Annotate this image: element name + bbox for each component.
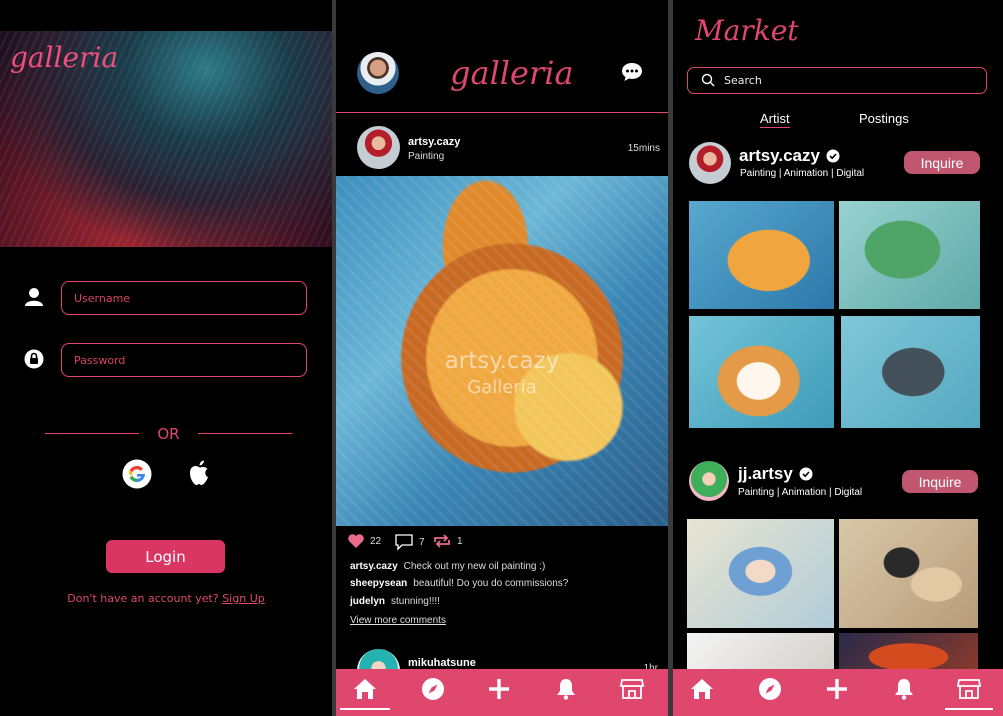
comment-action[interactable]: 7 bbox=[394, 533, 425, 551]
artist-name: jj.artsy bbox=[738, 464, 793, 483]
signup-row: Don't have an account yet? Sign Up bbox=[0, 592, 332, 605]
view-more-comments-link[interactable]: View more comments bbox=[350, 615, 446, 626]
chat-icon[interactable] bbox=[621, 62, 643, 82]
artwork-thumbnail[interactable] bbox=[689, 201, 834, 309]
comment-item: artsy.cazy Check out my new oil painting … bbox=[350, 561, 545, 572]
artist-avatar[interactable] bbox=[689, 461, 729, 501]
post-category: Painting bbox=[408, 151, 445, 162]
artist-avatar[interactable] bbox=[689, 142, 731, 184]
explore-icon[interactable] bbox=[420, 676, 446, 702]
search-input[interactable] bbox=[687, 67, 987, 94]
tab-artist[interactable]: Artist bbox=[760, 111, 790, 128]
artwork-thumbnail[interactable] bbox=[839, 633, 978, 673]
comment-item: judelyn stunning!!!! bbox=[350, 596, 440, 607]
like-action[interactable]: 22 bbox=[347, 533, 381, 549]
inquire-button[interactable]: Inquire bbox=[904, 151, 980, 174]
signup-link[interactable]: Sign Up bbox=[222, 592, 265, 605]
add-icon[interactable] bbox=[486, 676, 512, 702]
artwork-thumbnail[interactable] bbox=[841, 316, 980, 428]
login-screen: galleria OR Login Don't hav bbox=[0, 0, 332, 716]
app-logo: galleria bbox=[10, 41, 119, 74]
username-input[interactable] bbox=[61, 281, 307, 315]
comment-icon bbox=[395, 534, 413, 551]
password-row bbox=[24, 343, 308, 377]
artwork-thumbnail[interactable] bbox=[687, 633, 834, 673]
post-actions: 22 7 1 bbox=[347, 533, 647, 553]
bottom-nav bbox=[336, 669, 668, 716]
comment-user[interactable]: artsy.cazy bbox=[350, 561, 398, 572]
artwork-thumbnail[interactable] bbox=[687, 519, 834, 628]
inquire-button[interactable]: Inquire bbox=[902, 470, 978, 493]
active-tab-indicator bbox=[340, 708, 390, 710]
divider-line-right bbox=[198, 433, 292, 434]
or-label: OR bbox=[157, 425, 180, 443]
repost-action[interactable]: 1 bbox=[432, 533, 463, 549]
password-input[interactable] bbox=[61, 343, 307, 377]
post-time: 15mins bbox=[627, 143, 660, 154]
market-icon[interactable] bbox=[619, 676, 645, 702]
artwork-thumbnail[interactable] bbox=[839, 201, 980, 309]
username-row bbox=[24, 281, 308, 315]
post-author-name[interactable]: artsy.cazy bbox=[408, 136, 460, 148]
signup-prompt: Don't have an account yet? bbox=[67, 592, 219, 605]
bottom-nav bbox=[673, 669, 1003, 716]
user-icon bbox=[25, 288, 43, 306]
page-title: Market bbox=[695, 14, 799, 47]
market-screen: Market Artist Postings artsy.cazy Painti… bbox=[673, 0, 1003, 716]
notifications-icon[interactable] bbox=[553, 676, 579, 702]
market-icon[interactable] bbox=[956, 676, 982, 702]
active-tab-indicator bbox=[945, 708, 993, 710]
artist-name: artsy.cazy bbox=[739, 146, 820, 165]
explore-icon[interactable] bbox=[757, 676, 783, 702]
notifications-icon[interactable] bbox=[891, 676, 917, 702]
home-icon[interactable] bbox=[689, 676, 715, 702]
profile-avatar[interactable] bbox=[357, 52, 399, 94]
comment-user[interactable]: sheepysean bbox=[350, 578, 407, 589]
search-icon bbox=[701, 73, 715, 87]
comment-text: beautiful! Do you do commissions? bbox=[413, 578, 569, 589]
post-author-avatar[interactable] bbox=[357, 126, 400, 169]
lock-icon bbox=[24, 349, 44, 369]
hero-artwork: galleria bbox=[0, 31, 332, 247]
comment-text: Check out my new oil painting :) bbox=[403, 561, 546, 572]
verified-icon bbox=[826, 149, 840, 163]
add-icon[interactable] bbox=[824, 676, 850, 702]
comment-user[interactable]: judelyn bbox=[350, 596, 385, 607]
apple-login-icon[interactable] bbox=[187, 459, 211, 487]
comment-text: stunning!!!! bbox=[391, 596, 440, 607]
home-icon[interactable] bbox=[352, 676, 378, 702]
artist-name-row[interactable]: artsy.cazy bbox=[739, 146, 840, 166]
google-login-icon[interactable] bbox=[122, 459, 152, 489]
or-divider: OR bbox=[45, 424, 292, 444]
heart-icon bbox=[348, 534, 364, 548]
watermark-brand: Galleria bbox=[467, 377, 537, 398]
artwork-thumbnail[interactable] bbox=[839, 519, 978, 628]
repost-count: 1 bbox=[457, 535, 463, 547]
feed-header: galleria bbox=[336, 0, 668, 113]
verified-icon bbox=[799, 467, 813, 481]
artist-tags: Painting | Animation | Digital bbox=[738, 487, 863, 498]
like-count: 22 bbox=[370, 535, 382, 547]
feed-screen: galleria artsy.cazy Painting 15mins arts… bbox=[336, 0, 668, 716]
comment-item: sheepysean beautiful! Do you do commissio… bbox=[350, 578, 568, 589]
repost-icon bbox=[434, 534, 450, 548]
artist-tags: Painting | Animation | Digital bbox=[740, 168, 865, 179]
app-logo: galleria bbox=[450, 54, 574, 92]
next-post-author[interactable]: mikuhatsune bbox=[408, 657, 476, 669]
post-image[interactable]: artsy.cazy Galleria bbox=[336, 176, 668, 526]
artist-name-row[interactable]: jj.artsy bbox=[738, 464, 813, 484]
watermark-user: artsy.cazy bbox=[444, 348, 560, 374]
login-button[interactable]: Login bbox=[106, 540, 225, 573]
artwork-thumbnail[interactable] bbox=[689, 316, 834, 428]
comment-count: 7 bbox=[419, 536, 425, 548]
tab-postings[interactable]: Postings bbox=[859, 111, 909, 126]
